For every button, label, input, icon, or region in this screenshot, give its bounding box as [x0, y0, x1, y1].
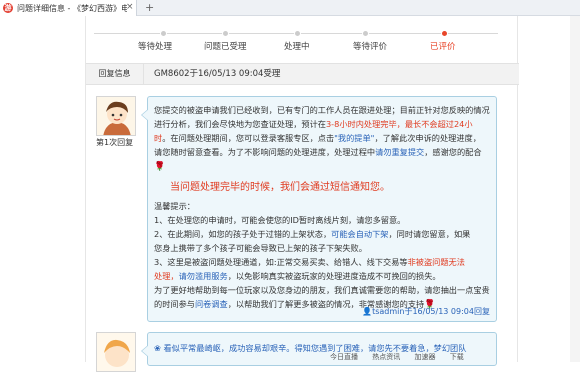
info-value: GM8602于16/05/13 09:04受理: [154, 69, 281, 79]
status-item-live[interactable]: 今日直播: [330, 353, 358, 361]
step-processing: 处理中: [284, 42, 310, 52]
close-tab-icon[interactable]: ×: [126, 2, 134, 12]
survey-link[interactable]: 问卷调查: [195, 299, 228, 309]
gm-avatar: [96, 96, 136, 136]
reply-line: 进行分析，我们会尽快地为您查证处理，预计在3-8小时内处理完毕，最长不会超过24…: [154, 119, 473, 129]
rose-icon: 🌹: [154, 162, 166, 172]
tab-title: 问题详细信息 - 《梦幻西游》电: [17, 3, 127, 13]
tip-2: 2、在此期间，如您的孩子处于过错的上架状态，可能会自动下架，同时请您留意，如果: [154, 229, 471, 239]
step-waiting: 等待处理: [138, 42, 173, 52]
browser-tab[interactable]: 游 问题详细信息 - 《梦幻西游》电 ×: [0, 0, 137, 16]
reply-count-label: 第1次回复: [96, 138, 134, 147]
reply-line: 请您随时留意查看。为了不影响问题的处理进度，处理过程中请勿重复提交，感谢您的配合: [154, 147, 482, 157]
status-item-download[interactable]: 下载: [450, 353, 464, 361]
step-dot: [160, 30, 167, 37]
new-tab-button[interactable]: +: [145, 1, 154, 14]
reply-line: 时。在问题处理期间，您可以登录客服专区，点击"我的提单"，了解此次申诉的处理进度…: [154, 133, 481, 143]
user-icon: 👤: [362, 307, 373, 316]
reply-signature: 👤tsadmin于16/05/13 09:04回复: [362, 307, 490, 316]
info-label: 回复信息: [86, 64, 144, 84]
scrollbar[interactable]: [570, 16, 580, 362]
progress-steps: 等待处理 问题已受理 处理中 等待评价 已评价: [86, 16, 519, 60]
tip-1: 1、在处理您的申请时，可能会使您的ID暂时离线片刻，请您多留意。: [154, 215, 406, 225]
site-logo-icon: 游: [3, 3, 13, 13]
tip-3-cont: 处理，请勿滥用服务，以免影响真实被盗玩家的处理进度造成不可挽回的损失。: [154, 271, 441, 281]
my-tickets-link[interactable]: "我的提单": [334, 133, 374, 143]
player-avatar: [96, 332, 136, 372]
step-reviewed: 已评价: [430, 42, 456, 52]
step-awaiting-review: 等待评价: [353, 42, 388, 52]
browser-status-bar: 今日直播 热点资讯 加速器 下载: [330, 352, 580, 362]
step-dot: [362, 30, 369, 37]
reply-info-bar: 回复信息 GM8602于16/05/13 09:04受理: [86, 63, 519, 85]
step-dot: [294, 30, 301, 37]
step-dot: [222, 30, 229, 37]
tip-4: 为了更好地帮助到每一位玩家以及您身边的朋友，我们真诚需要您的帮助，请您抽出一点宝…: [154, 285, 490, 295]
step-dot-current: [441, 30, 448, 37]
step-accepted: 问题已受理: [204, 42, 247, 52]
reply-line: 您提交的被盗申请我们已经收到，已有专门的工作人员在跟进处理；目前正针对您反映的情…: [154, 105, 490, 115]
ticket-detail-panel: 等待处理 问题已受理 处理中 等待评价 已评价 回复信息 GM8602于16/0…: [85, 16, 519, 372]
status-item-news[interactable]: 热点资讯: [372, 353, 400, 361]
tip-2-cont: 您身上携带了多个孩子可能会导致已上架的孩子下架失败。: [154, 243, 367, 253]
tips-title: 温馨提示：: [154, 201, 195, 211]
tip-3: 3、这里是被盗问题处理通道，如:正常交易买卖、给错人、线下交易等非被盗问题无法: [154, 257, 465, 267]
browser-tab-bar: 游 问题详细信息 - 《梦幻西游》电 × +: [0, 0, 580, 16]
sms-notify-text: 当问题处理完毕的时候，我们会通过短信通知您。: [170, 182, 390, 193]
reply-bubble: 您提交的被盗申请我们已经收到，已有专门的工作人员在跟进处理；目前正针对您反映的情…: [141, 96, 497, 322]
status-item-accelerator[interactable]: 加速器: [414, 353, 435, 361]
